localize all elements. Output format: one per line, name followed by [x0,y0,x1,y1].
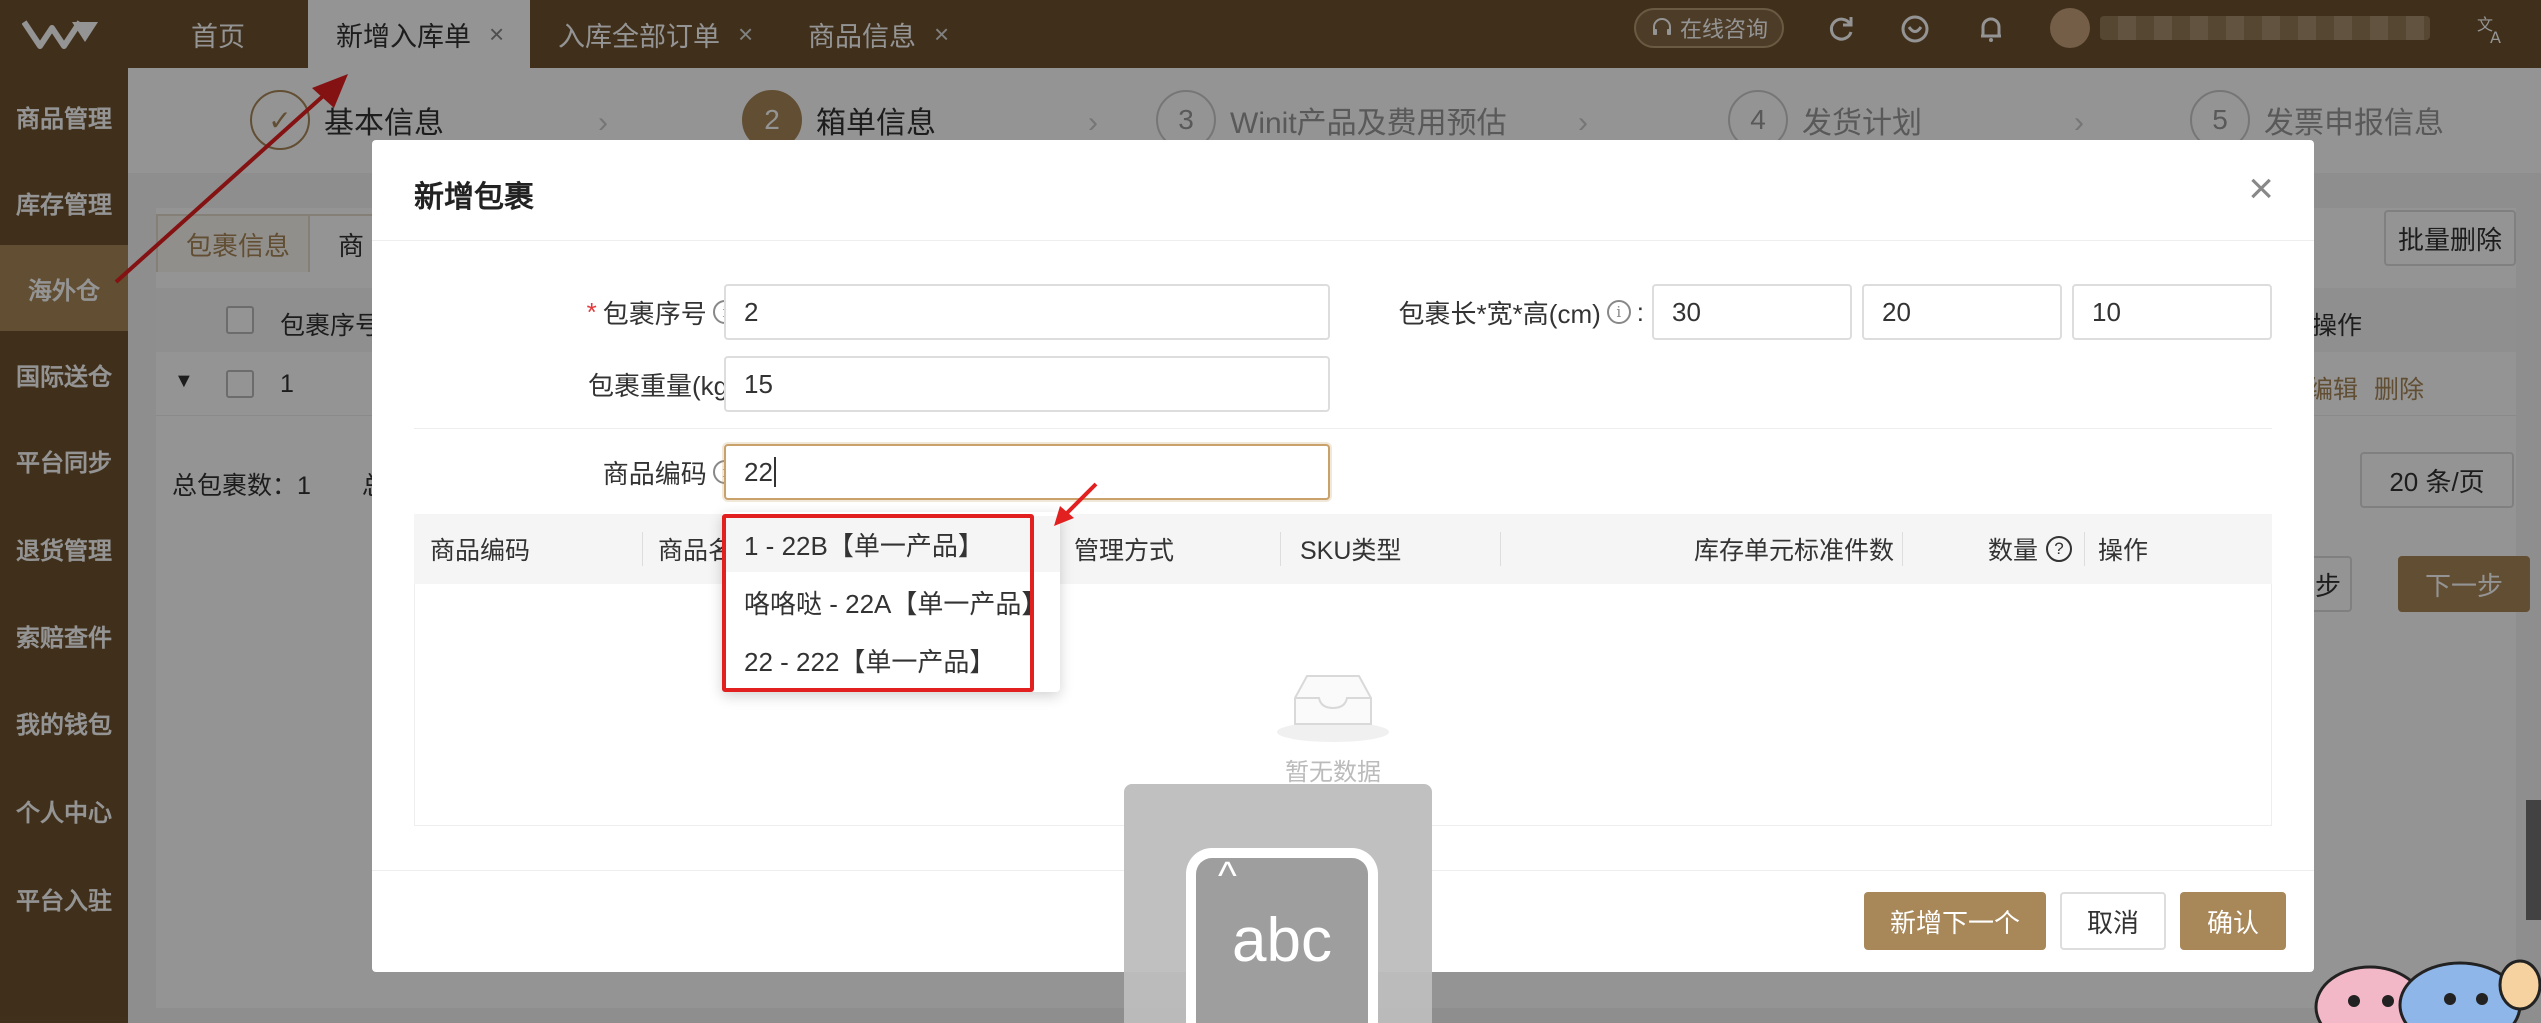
confirm-button[interactable]: 确认 [2180,892,2286,950]
caret-up-icon: ^ [1218,854,1237,898]
label-colon: : [1636,296,1644,327]
input-value: 30 [1672,296,1701,327]
package-no-input[interactable]: 2 [724,284,1330,340]
input-value: 15 [744,368,773,399]
annotation-arrow [1054,482,1098,526]
text-caret [773,457,776,487]
annotation-highlight-box [722,514,1034,692]
button-label: 取消 [2086,907,2139,938]
sku-label: 商品编码 i : [414,444,750,500]
empty-text: 暂无数据 [1285,759,1381,786]
label-text: 商品编码 [602,458,707,489]
column-divider [1500,532,1501,566]
label-text: 包裹序号 [602,298,707,329]
divider [414,428,2272,429]
column-label: 数量 [1988,537,2039,565]
add-next-button[interactable]: 新增下一个 [1864,892,2046,950]
column-divider [642,532,643,566]
input-value: 20 [1882,296,1911,327]
column-standard-units: 库存单元标准件数 [1694,537,1895,565]
sku-table-header: 商品编码 商品名 管理方式 SKU类型 库存单元标准件数 数量 ? 操作 [414,514,2272,584]
weight-label: 包裹重量(kg) : [414,356,750,412]
dimensions-label: 包裹长*宽*高(cm) i : [1372,284,1644,340]
keyboard-text: abc [1232,906,1332,975]
empty-inbox-icon [1277,675,1389,742]
package-no-label: * 包裹序号 i : [414,284,750,340]
info-icon[interactable]: i [1606,300,1631,324]
button-label: 确认 [2206,907,2259,938]
input-value: 22 [744,456,773,487]
column-sku-type: SKU类型 [1300,537,1402,565]
column-sku: 商品编码 [430,537,531,565]
cartoon-sticker-image [2314,959,2541,1023]
cancel-button[interactable]: 取消 [2060,892,2166,950]
help-icon[interactable]: ? [2046,536,2073,562]
scrollbar-edge[interactable] [2526,800,2541,920]
label-text: 包裹长*宽*高(cm) [1398,298,1601,329]
sku-search-input[interactable]: 22 [724,444,1330,500]
weight-input[interactable]: 15 [724,356,1330,412]
input-value: 2 [744,296,759,327]
divider [372,240,2314,241]
input-value: 10 [2092,296,2121,327]
column-divider [1902,532,1903,566]
height-input[interactable]: 10 [2072,284,2272,340]
length-input[interactable]: 30 [1652,284,1852,340]
column-divider [2084,532,2085,566]
required-mark: * [586,296,597,327]
close-icon[interactable]: × [2248,164,2274,214]
modal-title: 新增包裹 [414,181,534,214]
width-input[interactable]: 20 [1862,284,2062,340]
label-text: 包裹重量(kg) [587,370,737,401]
column-divider [1280,532,1281,566]
keyboard-icon: ^ abc [1186,848,1378,1023]
button-label: 新增下一个 [1889,907,2020,938]
column-quantity: 数量 ? [1988,514,2073,584]
column-actions: 操作 [2098,537,2149,565]
